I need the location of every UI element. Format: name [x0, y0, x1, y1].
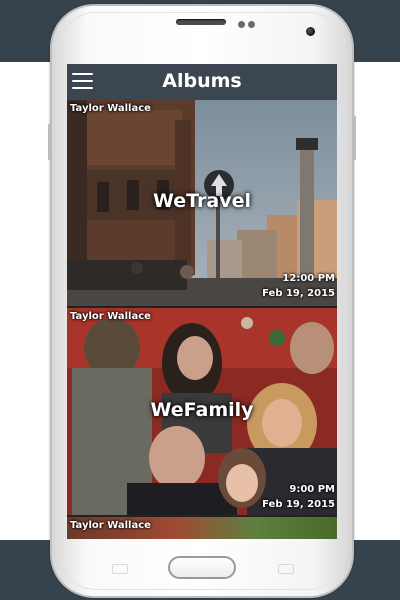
album-owner: Taylor Wallace: [70, 520, 151, 531]
app-header: Albums: [67, 64, 337, 100]
album-owner: Taylor Wallace: [70, 103, 151, 114]
app-screen: Albums Taylor Wallace WeTravel 12:00 PM …: [67, 64, 337, 539]
album-card-partial[interactable]: Taylor Wallace: [67, 517, 337, 539]
page-title: Albums: [162, 70, 242, 92]
album-card-wefamily[interactable]: Taylor Wallace WeFamily 9:00 PM Feb 19, …: [67, 308, 337, 515]
album-card-wetravel[interactable]: Taylor Wallace WeTravel 12:00 PM Feb 19,…: [67, 100, 337, 306]
album-title: WeFamily: [150, 399, 254, 421]
album-date: Feb 19, 2015: [262, 288, 335, 299]
home-button[interactable]: [168, 556, 236, 579]
menu-soft-key[interactable]: [112, 564, 128, 574]
album-time: 9:00 PM: [289, 484, 335, 495]
album-owner: Taylor Wallace: [70, 311, 151, 322]
back-soft-key[interactable]: [278, 564, 294, 574]
earpiece-speaker: [176, 19, 226, 25]
power-button: [353, 116, 356, 160]
proximity-sensor: [238, 21, 245, 28]
volume-button: [48, 124, 51, 160]
front-camera: [306, 27, 315, 36]
album-time: 12:00 PM: [282, 273, 335, 284]
album-title: WeTravel: [152, 190, 251, 212]
light-sensor: [248, 21, 255, 28]
album-date: Feb 19, 2015: [262, 499, 335, 510]
